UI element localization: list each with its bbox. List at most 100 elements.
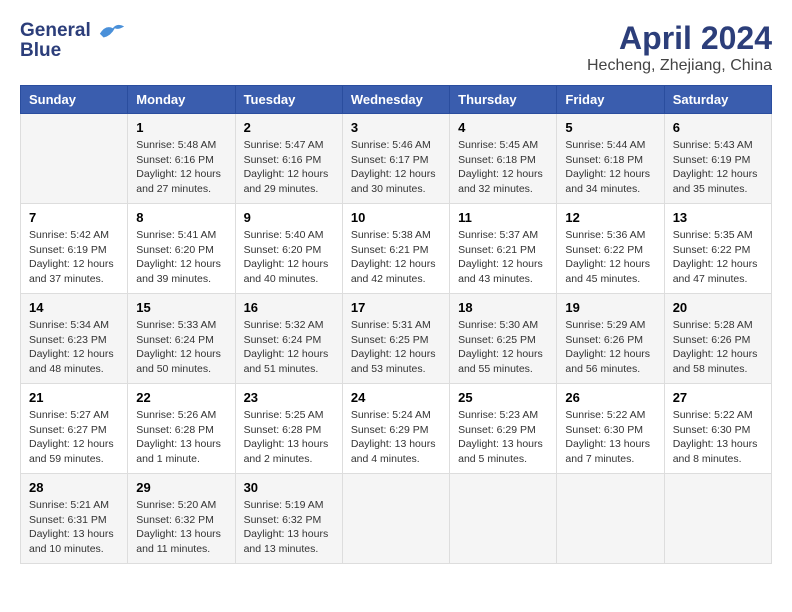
day-number: 7 — [29, 210, 119, 225]
day-info: Sunrise: 5:27 AM Sunset: 6:27 PM Dayligh… — [29, 408, 119, 467]
calendar-cell: 10 Sunrise: 5:38 AM Sunset: 6:21 PM Dayli… — [342, 204, 449, 294]
day-number: 14 — [29, 300, 119, 315]
day-info: Sunrise: 5:30 AM Sunset: 6:25 PM Dayligh… — [458, 318, 548, 377]
day-number: 10 — [351, 210, 441, 225]
calendar-cell: 19 Sunrise: 5:29 AM Sunset: 6:26 PM Dayli… — [557, 294, 664, 384]
day-info: Sunrise: 5:48 AM Sunset: 6:16 PM Dayligh… — [136, 138, 226, 197]
calendar-week-1: 1 Sunrise: 5:48 AM Sunset: 6:16 PM Daylig… — [21, 114, 772, 204]
day-info: Sunrise: 5:33 AM Sunset: 6:24 PM Dayligh… — [136, 318, 226, 377]
day-info: Sunrise: 5:26 AM Sunset: 6:28 PM Dayligh… — [136, 408, 226, 467]
day-number: 5 — [565, 120, 655, 135]
calendar-cell: 11 Sunrise: 5:37 AM Sunset: 6:21 PM Dayli… — [450, 204, 557, 294]
day-number: 29 — [136, 480, 226, 495]
calendar-cell: 28 Sunrise: 5:21 AM Sunset: 6:31 PM Dayli… — [21, 474, 128, 564]
calendar-cell: 20Sunrise: 5:28 AM Sunset: 6:26 PM Dayli… — [664, 294, 771, 384]
calendar-cell — [664, 474, 771, 564]
weekday-header-monday: Monday — [128, 86, 235, 114]
header: General Blue April 2024 Hecheng, Zhejian… — [20, 20, 772, 75]
calendar-cell: 30 Sunrise: 5:19 AM Sunset: 6:32 PM Dayli… — [235, 474, 342, 564]
day-number: 12 — [565, 210, 655, 225]
day-info: Sunrise: 5:22 AM Sunset: 6:30 PM Dayligh… — [673, 408, 763, 467]
day-info: Sunrise: 5:37 AM Sunset: 6:21 PM Dayligh… — [458, 228, 548, 287]
day-number: 16 — [244, 300, 334, 315]
day-number: 28 — [29, 480, 119, 495]
calendar-cell: 21Sunrise: 5:27 AM Sunset: 6:27 PM Dayli… — [21, 384, 128, 474]
logo: General Blue — [20, 20, 126, 62]
weekday-header-tuesday: Tuesday — [235, 86, 342, 114]
weekday-header-row: SundayMondayTuesdayWednesdayThursdayFrid… — [21, 86, 772, 114]
calendar-cell: 14Sunrise: 5:34 AM Sunset: 6:23 PM Dayli… — [21, 294, 128, 384]
calendar-week-5: 28 Sunrise: 5:21 AM Sunset: 6:31 PM Dayli… — [21, 474, 772, 564]
calendar-cell: 6 Sunrise: 5:43 AM Sunset: 6:19 PM Daylig… — [664, 114, 771, 204]
day-info: Sunrise: 5:47 AM Sunset: 6:16 PM Dayligh… — [244, 138, 334, 197]
day-info: Sunrise: 5:29 AM Sunset: 6:26 PM Dayligh… — [565, 318, 655, 377]
weekday-header-thursday: Thursday — [450, 86, 557, 114]
calendar-cell: 1 Sunrise: 5:48 AM Sunset: 6:16 PM Daylig… — [128, 114, 235, 204]
calendar-cell: 16 Sunrise: 5:32 AM Sunset: 6:24 PM Dayli… — [235, 294, 342, 384]
calendar-cell: 2 Sunrise: 5:47 AM Sunset: 6:16 PM Daylig… — [235, 114, 342, 204]
day-number: 9 — [244, 210, 334, 225]
day-number: 11 — [458, 210, 548, 225]
day-info: Sunrise: 5:41 AM Sunset: 6:20 PM Dayligh… — [136, 228, 226, 287]
day-number: 22 — [136, 390, 226, 405]
calendar-cell — [557, 474, 664, 564]
day-number: 24 — [351, 390, 441, 405]
calendar-cell: 4Sunrise: 5:45 AM Sunset: 6:18 PM Daylig… — [450, 114, 557, 204]
day-number: 18 — [458, 300, 548, 315]
day-number: 6 — [673, 120, 763, 135]
page-title: April 2024 — [587, 20, 772, 57]
day-info: Sunrise: 5:19 AM Sunset: 6:32 PM Dayligh… — [244, 498, 334, 557]
calendar-cell: 17 Sunrise: 5:31 AM Sunset: 6:25 PM Dayli… — [342, 294, 449, 384]
day-info: Sunrise: 5:44 AM Sunset: 6:18 PM Dayligh… — [565, 138, 655, 197]
calendar-cell: 26 Sunrise: 5:22 AM Sunset: 6:30 PM Dayli… — [557, 384, 664, 474]
day-info: Sunrise: 5:20 AM Sunset: 6:32 PM Dayligh… — [136, 498, 226, 557]
day-info: Sunrise: 5:43 AM Sunset: 6:19 PM Dayligh… — [673, 138, 763, 197]
day-info: Sunrise: 5:46 AM Sunset: 6:17 PM Dayligh… — [351, 138, 441, 197]
day-number: 26 — [565, 390, 655, 405]
day-number: 30 — [244, 480, 334, 495]
day-info: Sunrise: 5:32 AM Sunset: 6:24 PM Dayligh… — [244, 318, 334, 377]
day-info: Sunrise: 5:28 AM Sunset: 6:26 PM Dayligh… — [673, 318, 763, 377]
calendar-cell: 23 Sunrise: 5:25 AM Sunset: 6:28 PM Dayli… — [235, 384, 342, 474]
day-number: 17 — [351, 300, 441, 315]
title-area: April 2024 Hecheng, Zhejiang, China — [587, 20, 772, 75]
day-number: 2 — [244, 120, 334, 135]
day-number: 4 — [458, 120, 548, 135]
calendar-cell: 29 Sunrise: 5:20 AM Sunset: 6:32 PM Dayli… — [128, 474, 235, 564]
logo-bird-icon — [98, 20, 126, 42]
calendar-cell: 5 Sunrise: 5:44 AM Sunset: 6:18 PM Daylig… — [557, 114, 664, 204]
day-info: Sunrise: 5:25 AM Sunset: 6:28 PM Dayligh… — [244, 408, 334, 467]
calendar-week-3: 14Sunrise: 5:34 AM Sunset: 6:23 PM Dayli… — [21, 294, 772, 384]
calendar-cell: 8 Sunrise: 5:41 AM Sunset: 6:20 PM Daylig… — [128, 204, 235, 294]
day-number: 13 — [673, 210, 763, 225]
day-number: 19 — [565, 300, 655, 315]
day-info: Sunrise: 5:38 AM Sunset: 6:21 PM Dayligh… — [351, 228, 441, 287]
calendar-cell: 24Sunrise: 5:24 AM Sunset: 6:29 PM Dayli… — [342, 384, 449, 474]
day-info: Sunrise: 5:35 AM Sunset: 6:22 PM Dayligh… — [673, 228, 763, 287]
weekday-header-saturday: Saturday — [664, 86, 771, 114]
day-info: Sunrise: 5:21 AM Sunset: 6:31 PM Dayligh… — [29, 498, 119, 557]
calendar-cell: 27 Sunrise: 5:22 AM Sunset: 6:30 PM Dayli… — [664, 384, 771, 474]
weekday-header-wednesday: Wednesday — [342, 86, 449, 114]
day-info: Sunrise: 5:22 AM Sunset: 6:30 PM Dayligh… — [565, 408, 655, 467]
day-number: 27 — [673, 390, 763, 405]
day-number: 25 — [458, 390, 548, 405]
weekday-header-friday: Friday — [557, 86, 664, 114]
calendar-cell: 18 Sunrise: 5:30 AM Sunset: 6:25 PM Dayli… — [450, 294, 557, 384]
calendar-week-4: 21Sunrise: 5:27 AM Sunset: 6:27 PM Dayli… — [21, 384, 772, 474]
page-subtitle: Hecheng, Zhejiang, China — [587, 57, 772, 75]
day-info: Sunrise: 5:36 AM Sunset: 6:22 PM Dayligh… — [565, 228, 655, 287]
day-number: 8 — [136, 210, 226, 225]
day-info: Sunrise: 5:31 AM Sunset: 6:25 PM Dayligh… — [351, 318, 441, 377]
calendar-cell: 12 Sunrise: 5:36 AM Sunset: 6:22 PM Dayli… — [557, 204, 664, 294]
calendar-cell: 25Sunrise: 5:23 AM Sunset: 6:29 PM Dayli… — [450, 384, 557, 474]
day-number: 23 — [244, 390, 334, 405]
day-number: 15 — [136, 300, 226, 315]
calendar-cell: 9Sunrise: 5:40 AM Sunset: 6:20 PM Daylig… — [235, 204, 342, 294]
day-number: 1 — [136, 120, 226, 135]
day-number: 3 — [351, 120, 441, 135]
calendar-cell: 22 Sunrise: 5:26 AM Sunset: 6:28 PM Dayli… — [128, 384, 235, 474]
weekday-header-sunday: Sunday — [21, 86, 128, 114]
calendar-cell: 15 Sunrise: 5:33 AM Sunset: 6:24 PM Dayli… — [128, 294, 235, 384]
logo-line1: General — [20, 20, 91, 41]
